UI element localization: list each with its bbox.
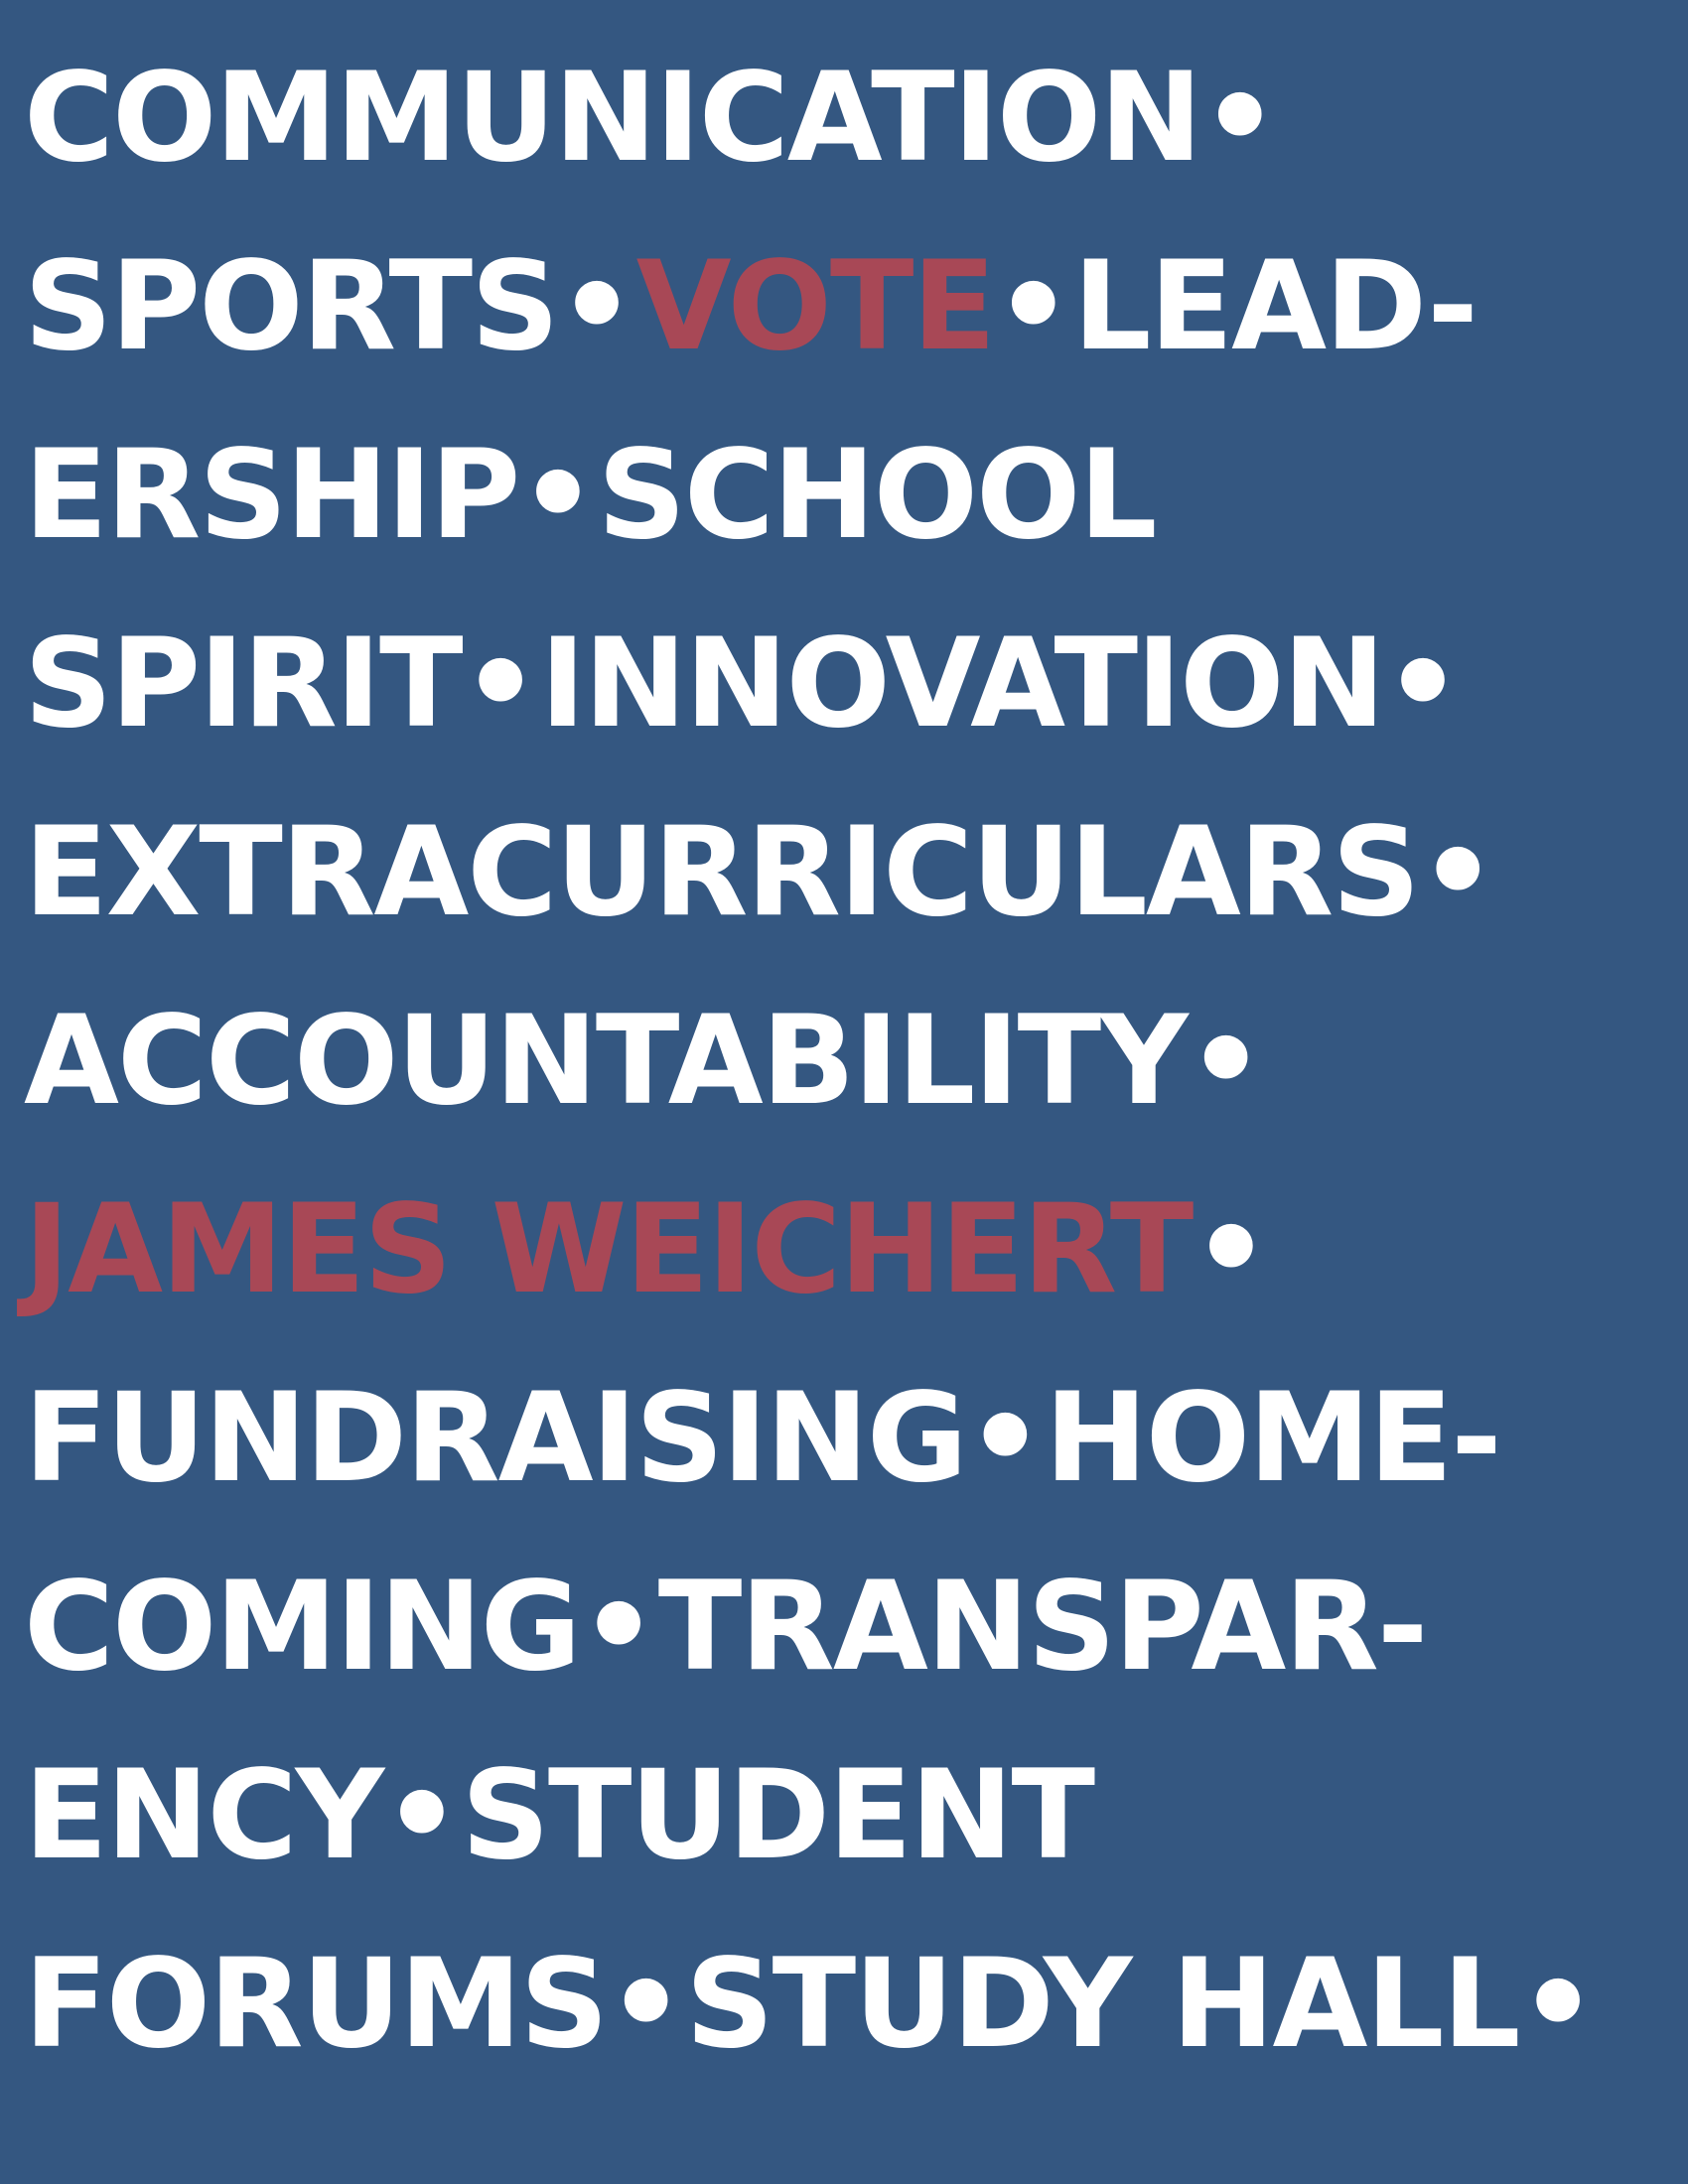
poster-line: ACCOUNTABILITY• [24, 967, 1265, 1156]
poster-line: ENCY•STUDENT [24, 1721, 1096, 1910]
poster-line: SPORTS•VOTE•LEAD- [24, 212, 1478, 401]
bullet-separator: • [579, 1556, 658, 1699]
word: ERSHIP [24, 424, 520, 567]
poster-line: COMMUNICATION• [24, 24, 1279, 212]
bullet-separator: • [1418, 801, 1497, 944]
word: FORUMS [24, 1933, 609, 2076]
highlight-word: JAMES WEICHERT [24, 1178, 1194, 1321]
word: COMMUNICATION [24, 47, 1202, 190]
bullet-separator: • [1200, 47, 1280, 190]
word: SPORTS [24, 235, 559, 378]
bullet-separator: • [1186, 990, 1266, 1133]
word: SPIRIT [24, 613, 464, 755]
bullet-separator: • [1192, 1178, 1271, 1321]
bullet-separator: • [461, 613, 540, 755]
word: TRANSPAR- [657, 1556, 1429, 1699]
word: ACCOUNTABILITY [24, 990, 1189, 1133]
word: SCHOOL [597, 424, 1158, 567]
poster-line: FORUMS•STUDY HALL• [24, 1910, 1598, 2099]
bullet-separator: • [965, 1367, 1045, 1510]
poster-line: EXTRACURRICULARS• [24, 778, 1497, 967]
bullet-separator: • [1518, 1933, 1598, 2076]
word: EXTRACURRICULARS [24, 801, 1421, 944]
bullet-separator: • [607, 1933, 686, 2076]
bullet-separator: • [382, 1744, 462, 1887]
bullet-separator: • [994, 235, 1073, 378]
word: ENCY [24, 1744, 384, 1887]
word: COMING [24, 1556, 582, 1699]
poster-line: SPIRIT•INNOVATION• [24, 590, 1463, 778]
highlight-word: VOTE [635, 235, 996, 378]
word: HOME- [1044, 1367, 1502, 1510]
word: FUNDRAISING [24, 1367, 968, 1510]
poster-line: JAMES WEICHERT• [24, 1156, 1271, 1344]
campaign-poster: COMMUNICATION• SPORTS•VOTE•LEAD- ERSHIP•SC… [0, 0, 1688, 2184]
word: STUDENT [461, 1744, 1096, 1887]
poster-line: COMING•TRANSPAR- [24, 1533, 1429, 1721]
poster-line: ERSHIP•SCHOOL [24, 401, 1158, 590]
bullet-separator: • [518, 424, 598, 567]
word: INNOVATION [539, 613, 1386, 755]
poster-line: FUNDRAISING•HOME- [24, 1344, 1502, 1533]
bullet-separator: • [557, 235, 636, 378]
word: STUDY HALL [685, 1933, 1520, 2076]
bullet-separator: • [1383, 613, 1463, 755]
word: LEAD- [1072, 235, 1477, 378]
